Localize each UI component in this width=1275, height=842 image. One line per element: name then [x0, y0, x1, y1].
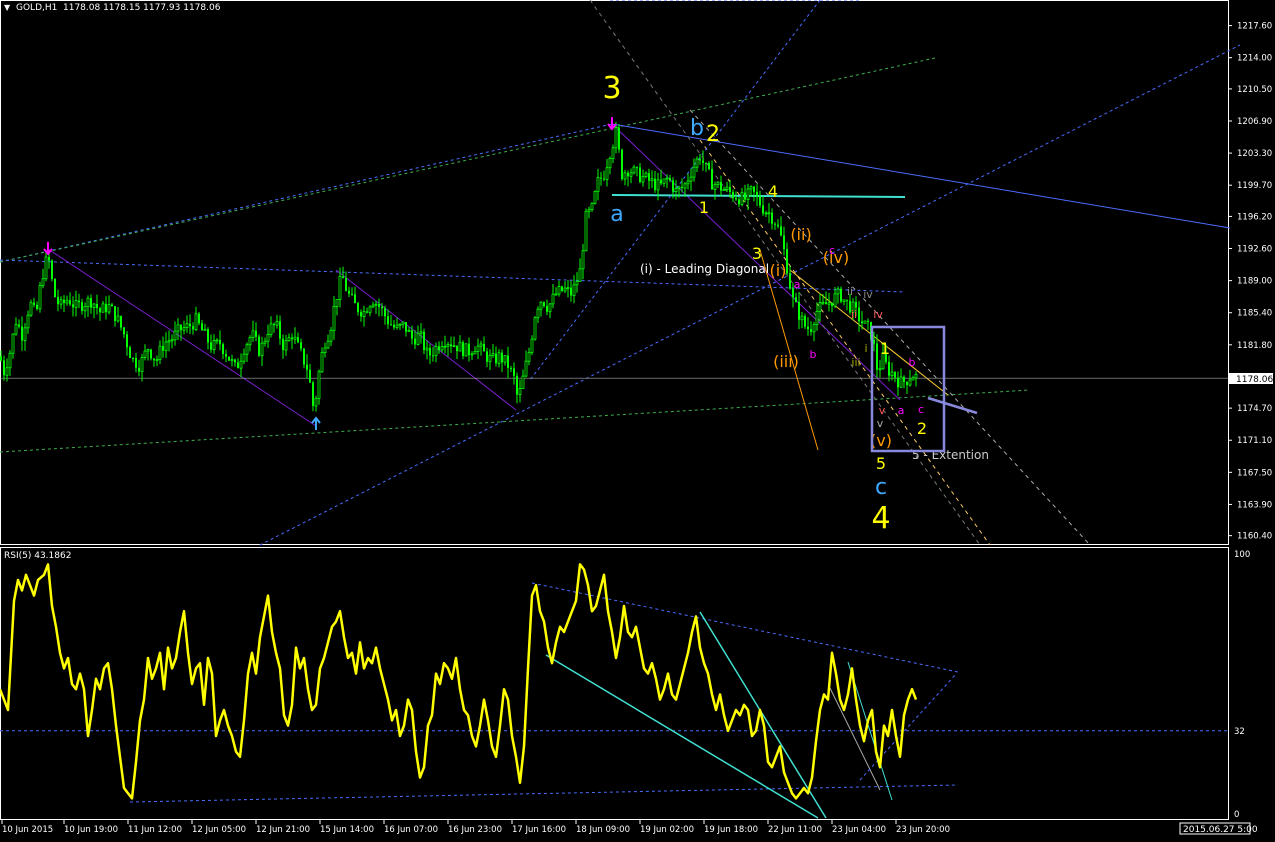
price-tick-label: 1181.80 [1237, 341, 1272, 351]
wave-label: (i) [770, 261, 787, 280]
candle [840, 286, 842, 304]
wave-label: 3 [752, 244, 762, 263]
time-tick-label: 17 Jun 16:00 [512, 825, 566, 835]
rsi-chart-frame[interactable] [0, 547, 1229, 820]
candle [584, 208, 588, 252]
wave-label: iv [863, 288, 873, 301]
wave-label: v [879, 404, 886, 417]
wave-label: 4 [768, 182, 778, 201]
current-price-label: 1178.06 [1236, 375, 1273, 385]
wave-label: 2 [917, 419, 927, 438]
wave-label: iv [873, 308, 883, 321]
price-tick-label: 1206.90 [1237, 117, 1272, 127]
candle [464, 343, 468, 357]
price-tick-label: 1196.20 [1237, 212, 1272, 222]
candle [54, 278, 56, 298]
price-tick-label: 1167.50 [1237, 468, 1272, 478]
rsi-tick-label: 32 [1234, 727, 1245, 737]
candle [129, 345, 131, 359]
wave-label: a [610, 202, 623, 227]
symbol-timeframe: GOLD,H1 [16, 3, 57, 13]
wave-label: (v) [870, 431, 892, 450]
price-tick-label: 1192.60 [1237, 245, 1272, 255]
wave-label: b [810, 348, 817, 361]
candle [621, 148, 623, 181]
candle [258, 334, 260, 358]
time-tick-label: 18 Jun 09:00 [576, 825, 630, 835]
time-tick-label: 11 Jun 12:00 [128, 825, 182, 835]
wave-label: (ii) [790, 225, 811, 244]
time-tick-label: 22 Jun 11:00 [768, 825, 822, 835]
price-tick-label: 1214.00 [1237, 54, 1272, 64]
wave-label: 1 [699, 198, 709, 217]
wave-label: i [864, 342, 867, 355]
time-tick-label: 19 Jun 02:00 [640, 825, 694, 835]
price-tick-label: 1203.30 [1237, 149, 1272, 159]
wave-label: a [794, 278, 801, 291]
candle [618, 124, 620, 153]
time-tick-label: 15 Jun 14:00 [320, 825, 374, 835]
wave-label: 2 [706, 122, 720, 147]
time-tick-label: 23 Jun 20:00 [896, 825, 950, 835]
price-tick-label: 1185.40 [1237, 309, 1272, 319]
candle [38, 281, 42, 313]
wave-label: 4 [871, 501, 890, 536]
price-tick-label: 1163.90 [1237, 500, 1272, 510]
wave-label: b [690, 116, 704, 141]
time-tick-label: 10 Jun 2015 [2, 825, 53, 835]
time-axis: 10 Jun 2015 10 Jun 19:00 11 Jun 12:00 12 Ju… [1, 820, 950, 835]
annotation-leading-diagonal: (i) - Leading Diagonal [640, 262, 769, 276]
wave-label: iii [851, 356, 860, 369]
price-tick-label: 1189.00 [1237, 277, 1272, 287]
time-tick-label: 12 Jun 05:00 [192, 825, 246, 835]
price-tick-label: 1217.60 [1237, 22, 1272, 32]
wave-label: c [875, 475, 887, 500]
time-tick-label: 19 Jun 18:00 [704, 825, 758, 835]
wave-label: ii [847, 285, 853, 298]
time-tick-label: 23 Jun 04:00 [832, 825, 886, 835]
wave-label: 3 [602, 71, 621, 106]
wave-label: 5 [876, 454, 886, 473]
time-tick-label: 16 Jun 23:00 [448, 825, 502, 835]
wave-label: a [898, 404, 905, 417]
price-axis: 1217.60 1214.00 1210.50 1206.90 1203.30 1199.… [1228, 22, 1272, 542]
price-tick-label: 1171.10 [1237, 436, 1272, 446]
wave-label: b [909, 356, 916, 369]
wave-label: ii [851, 308, 857, 321]
wave-label: v [877, 417, 884, 430]
rsi-header: RSI(5) 43.1862 [4, 551, 71, 561]
time-box-label: 2015.06.27 5:00 [1183, 825, 1258, 835]
candle [533, 315, 537, 341]
chart-canvas[interactable]: 3ab 2143(ii)(iv)(i)(iii)abcii ivii iviiii 1b… [0, 0, 1275, 842]
price-tick-label: 1199.70 [1237, 181, 1272, 191]
time-tick-label: 10 Jun 19:00 [64, 825, 118, 835]
wave-label: c [918, 403, 924, 416]
rsi-tick-label: 100 [1234, 550, 1250, 560]
wave-label: (iii) [773, 352, 799, 371]
chart-header-arrow-icon: ▼ [4, 3, 11, 12]
time-tick-label: 16 Jun 07:00 [384, 825, 438, 835]
wave-label: c [829, 244, 835, 257]
wave-label: 1 [880, 339, 890, 358]
candle [51, 259, 53, 282]
price-tick-label: 1174.70 [1237, 404, 1272, 414]
price-tick-label: 1160.40 [1237, 532, 1272, 542]
price-tick-label: 1210.50 [1237, 85, 1272, 95]
time-tick-label: 12 Jun 21:00 [256, 825, 310, 835]
candle [228, 356, 230, 362]
ohlc-values: 1178.08 1178.15 1177.93 1178.06 [63, 3, 221, 13]
candle [863, 320, 867, 324]
candle [593, 190, 597, 205]
wave-label: (iv) [823, 248, 849, 267]
rsi-tick-label: 0 [1234, 810, 1239, 820]
rsi-axis: 100 32 0 [1234, 550, 1250, 820]
